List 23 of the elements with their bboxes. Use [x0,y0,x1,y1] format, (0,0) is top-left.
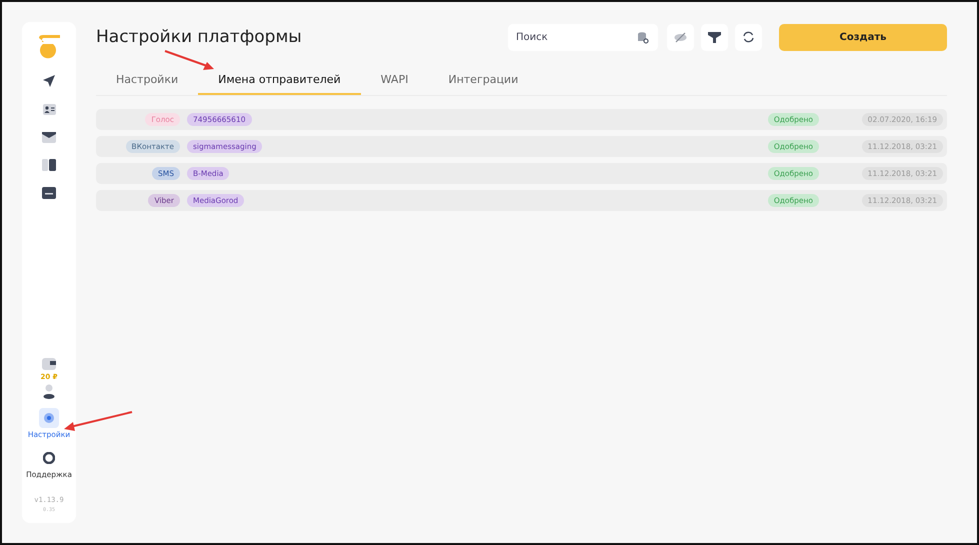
refresh-button[interactable] [735,24,762,50]
page-title: Настройки платформы [96,27,303,47]
filter-icon [708,32,721,42]
create-button[interactable]: Создать [779,24,947,50]
tab[interactable]: WAPI [360,67,428,95]
tab[interactable]: Настройки [96,67,198,95]
database-search-icon [637,32,649,44]
refresh-icon [742,31,755,43]
tab[interactable]: Имена отправителей [198,67,361,95]
tab[interactable]: Интеграции [428,67,538,95]
blocks-icon[interactable] [42,159,56,171]
lifebuoy-icon [42,452,55,464]
envelope-icon[interactable] [42,131,56,143]
filter-button[interactable] [701,24,728,50]
annotation-arrow [64,411,132,431]
search-field[interactable]: Поиск [508,24,658,50]
eye-off-icon [674,32,687,42]
annotation-arrow [164,50,214,70]
wallet-icon[interactable] [42,358,56,370]
folder-icon[interactable] [42,187,56,199]
contact-card-icon[interactable] [42,104,56,115]
user-icon[interactable] [42,384,55,399]
send-icon[interactable] [42,74,56,88]
